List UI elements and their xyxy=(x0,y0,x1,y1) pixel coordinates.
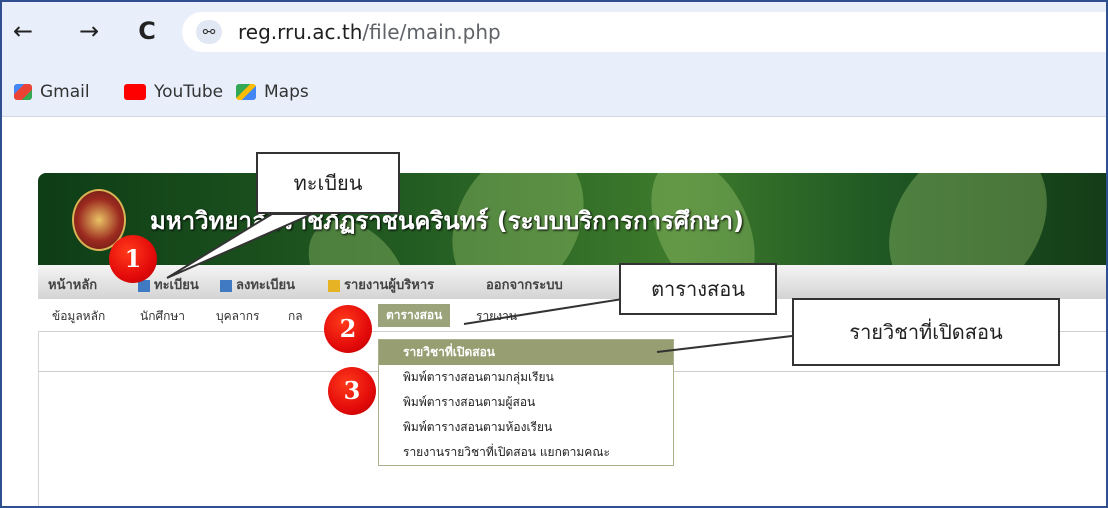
step-badge-1: 1 xyxy=(109,235,157,283)
callout-pointer-register xyxy=(166,213,313,279)
callout-register: ทะเบียน xyxy=(256,152,400,214)
step-badge-2: 2 xyxy=(324,305,372,353)
callout-courses: รายวิชาที่เปิดสอน xyxy=(792,298,1060,366)
step-badge-3: 3 xyxy=(328,367,376,415)
callout-pointer-courses xyxy=(656,335,793,353)
annotation-lines xyxy=(166,213,793,353)
screenshot-frame: ← → C ⚯ reg.rru.ac.th/file/main.php Gmai… xyxy=(0,0,1108,508)
callout-timetable: ตารางสอน xyxy=(619,263,777,315)
